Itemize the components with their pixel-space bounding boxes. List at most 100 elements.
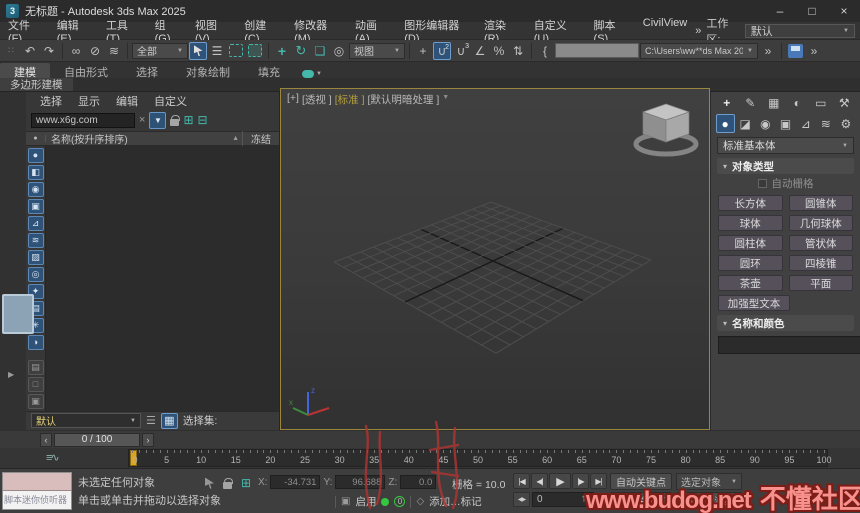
snap-2d-button[interactable]: ∪ 2 bbox=[433, 41, 451, 60]
primitive-button[interactable]: 球体 bbox=[718, 215, 783, 231]
frozen-column-header[interactable]: 冻结 bbox=[242, 130, 279, 146]
primitive-button[interactable]: 几何球体 bbox=[788, 215, 853, 231]
isolate-selection-icon[interactable] bbox=[205, 477, 214, 489]
time-tag-icon[interactable]: ◇ bbox=[416, 496, 424, 507]
go-to-start-button[interactable]: |◀ bbox=[513, 473, 530, 489]
autogrid-checkbox[interactable] bbox=[757, 178, 767, 188]
spinner-snap-button[interactable]: ⇅ bbox=[509, 42, 527, 60]
category-geometry-button[interactable]: ● bbox=[715, 114, 735, 133]
angle-snap-button[interactable]: ∠ bbox=[471, 42, 489, 60]
explorer-filter-icon[interactable]: ◉ bbox=[27, 181, 44, 197]
active-layer-dropdown[interactable]: 默认 ▼ bbox=[31, 413, 141, 429]
listener-macro-line[interactable] bbox=[3, 473, 71, 491]
previous-frame-button[interactable]: ‹ bbox=[40, 432, 52, 447]
add-time-tag-label[interactable]: 添加…标记 bbox=[429, 494, 482, 509]
reference-coordinate-dropdown[interactable]: 视图 ▼ bbox=[349, 42, 405, 59]
named-selection-input[interactable] bbox=[555, 43, 639, 58]
menu-overflow-chevron[interactable]: » bbox=[695, 25, 701, 37]
primitive-button[interactable]: 茶壶 bbox=[718, 275, 783, 291]
use-center-button[interactable]: ◎ bbox=[330, 42, 348, 60]
search-input[interactable] bbox=[31, 112, 135, 128]
previous-key-button[interactable]: ◀| bbox=[531, 473, 548, 489]
y-coordinate-field[interactable]: 96.688 bbox=[335, 475, 386, 489]
selection-lock-icon[interactable] bbox=[223, 477, 233, 489]
category-lights-button[interactable]: ◉ bbox=[756, 114, 775, 133]
tab-display[interactable]: ▭ bbox=[811, 93, 830, 112]
primitive-button[interactable]: 圆锥体 bbox=[788, 195, 853, 211]
project-path-dropdown[interactable]: C:\Users\ww**ds Max 2025 ▼ bbox=[640, 42, 758, 59]
viewport-layout-tab[interactable] bbox=[2, 294, 34, 334]
explorer-filter-icon[interactable]: ⊿ bbox=[27, 215, 44, 231]
ribbon-tab[interactable]: 选择 bbox=[122, 63, 172, 79]
explorer-list-area[interactable]: ● ◧ ◉ ▣ ⊿ ≋ ▨ ◎ ✦ ▤ ✳ ◑ ▤ □ ▣ bbox=[26, 145, 279, 411]
view-cube[interactable] bbox=[629, 95, 703, 161]
perspective-viewport[interactable]: [+] [透视 ] [标准 ] [默认明暗处理 ] ▼ x z bbox=[280, 88, 710, 430]
expand-tree-icon[interactable]: ⊞ bbox=[183, 113, 193, 127]
explorer-filter-icon[interactable]: ● bbox=[27, 147, 44, 163]
object-type-rollout[interactable]: ▾ 对象类型 bbox=[717, 158, 854, 174]
primitive-button[interactable]: 长方体 bbox=[718, 195, 783, 211]
explorer-filter-icon[interactable]: ◧ bbox=[27, 164, 44, 180]
x-coordinate-field[interactable]: -34.731 bbox=[270, 475, 321, 489]
maxscript-mini-listener[interactable]: 脚本迷你侦听器 bbox=[2, 472, 72, 510]
move-button[interactable]: + bbox=[273, 42, 291, 60]
viewport-render-preset-label[interactable]: [标准 ] bbox=[335, 92, 365, 107]
tab-utilities[interactable]: ⚒ bbox=[835, 93, 854, 112]
explorer-filter-icon[interactable]: ▣ bbox=[27, 393, 44, 409]
absolute-mode-icon[interactable]: ⊞ bbox=[241, 476, 251, 490]
render-setup-button[interactable] bbox=[786, 42, 804, 60]
explorer-menu-item[interactable]: 显示 bbox=[70, 93, 108, 109]
percent-snap-button[interactable]: % bbox=[490, 42, 508, 60]
name-color-rollout[interactable]: ▾ 名称和颜色 bbox=[717, 315, 854, 331]
selection-filter-dropdown[interactable]: 全部 ▼ bbox=[132, 42, 188, 59]
play-button[interactable]: ▶ bbox=[549, 473, 571, 489]
mini-curve-editor-button[interactable]: ≡∿ bbox=[46, 451, 60, 464]
tab-create[interactable]: + bbox=[717, 93, 736, 112]
ribbon-overflow-button[interactable]: ▼ bbox=[302, 70, 322, 78]
z-coordinate-field[interactable]: 0.0 bbox=[400, 475, 437, 489]
layout-flyout-arrow[interactable]: ▶ bbox=[8, 370, 14, 379]
primitive-category-dropdown[interactable]: 标准基本体 ▼ bbox=[717, 137, 854, 154]
ribbon-tab[interactable]: 自由形式 bbox=[50, 63, 122, 79]
name-column-header[interactable]: 名称(按升序排序) bbox=[46, 131, 232, 146]
category-systems-button[interactable]: ⚙ bbox=[836, 114, 855, 133]
explorer-filter-icon[interactable]: ◑ bbox=[27, 334, 44, 350]
rect-selection-region-button[interactable] bbox=[229, 44, 243, 57]
filter-funnel-button[interactable]: ▼ bbox=[149, 111, 167, 129]
clear-search-icon[interactable]: × bbox=[139, 114, 145, 126]
track-bar-ruler[interactable]: 0 5 10 15 20 25 30 35 40 45 50 55 60 65 70 75 80 85 90 95 10… bbox=[128, 449, 832, 467]
link-icon[interactable]: ∞ bbox=[67, 42, 85, 60]
explorer-menu-item[interactable]: 编辑 bbox=[108, 93, 146, 109]
explorer-filter-icon[interactable]: □ bbox=[27, 376, 44, 392]
explorer-menu-item[interactable]: 选择 bbox=[32, 93, 70, 109]
listener-script-line[interactable]: 脚本迷你侦听器 bbox=[3, 491, 71, 509]
rotate-button[interactable]: ↻ bbox=[292, 42, 310, 60]
explorer-filter-icon[interactable]: ▣ bbox=[27, 198, 44, 214]
viewport-shading-label[interactable]: [默认明暗处理 ] bbox=[368, 92, 440, 107]
explorer-filter-icon[interactable]: ▤ bbox=[27, 359, 44, 375]
primitive-button[interactable]: 平面 bbox=[788, 275, 853, 291]
primitive-button[interactable]: 圆柱体 bbox=[718, 235, 783, 251]
ribbon-tab[interactable]: 对象绘制 bbox=[172, 63, 244, 79]
animation-layers-icon[interactable]: ▣ bbox=[341, 496, 350, 507]
primitive-button[interactable]: 四棱锥 bbox=[788, 255, 853, 271]
category-spacewarps-button[interactable]: ≋ bbox=[816, 114, 835, 133]
render-overflow-chevron[interactable]: » bbox=[805, 42, 823, 60]
viewport-funnel-icon[interactable]: ▼ bbox=[442, 94, 449, 107]
unlink-icon[interactable]: ⊘ bbox=[86, 42, 104, 60]
bind-spacewarp-icon[interactable]: ≋ bbox=[105, 42, 123, 60]
explorer-menu-item[interactable]: 自定义 bbox=[146, 93, 195, 109]
text-plus-button[interactable]: 加强型文本 bbox=[718, 295, 790, 311]
category-cameras-button[interactable]: ▣ bbox=[776, 114, 795, 133]
layers-icon[interactable]: ☰ bbox=[146, 414, 156, 427]
explorer-filter-icon[interactable]: ≋ bbox=[27, 232, 44, 248]
tab-modify[interactable]: ✎ bbox=[741, 93, 760, 112]
primitive-button[interactable]: 管状体 bbox=[788, 235, 853, 251]
lock-icon[interactable] bbox=[170, 114, 181, 126]
category-shapes-button[interactable]: ◪ bbox=[736, 114, 755, 133]
explorer-filter-icon[interactable]: ▨ bbox=[27, 249, 44, 265]
select-by-name-button[interactable]: ☰ bbox=[208, 42, 226, 60]
crossing-selection-button[interactable] bbox=[248, 44, 262, 57]
tab-motion[interactable]: ◐ bbox=[788, 93, 807, 112]
primitive-button[interactable]: 圆环 bbox=[718, 255, 783, 271]
